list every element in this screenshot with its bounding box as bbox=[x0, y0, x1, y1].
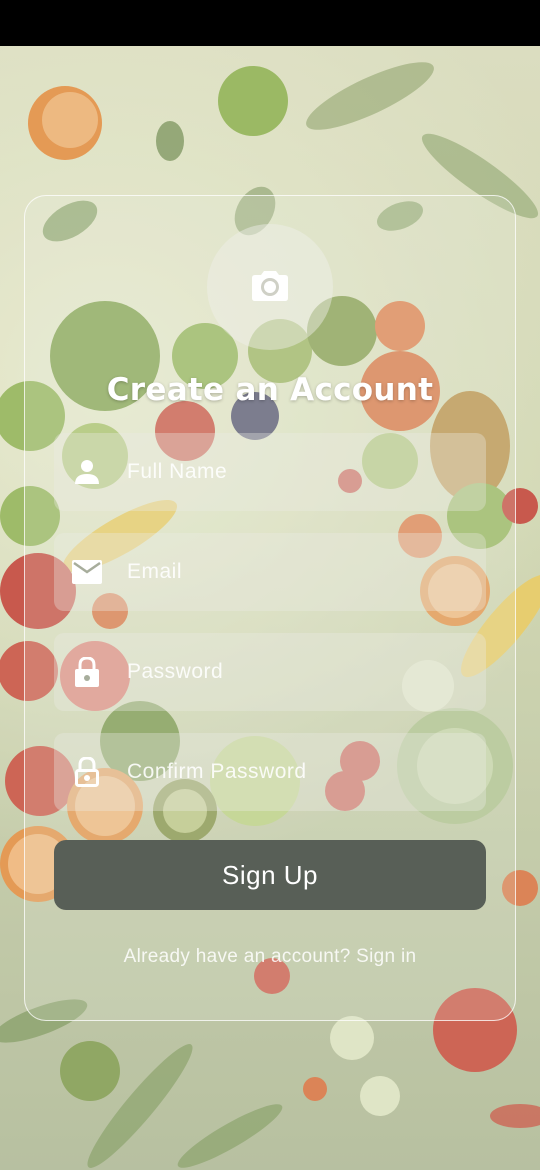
status-bar bbox=[0, 0, 540, 46]
confirm-password-label: Confirm Password bbox=[127, 760, 307, 783]
password-field[interactable]: Password bbox=[54, 633, 486, 711]
email-label: Email bbox=[127, 560, 183, 583]
confirm-password-field[interactable]: Confirm Password bbox=[54, 733, 486, 811]
password-label: Password bbox=[127, 660, 224, 683]
email-icon bbox=[72, 557, 102, 587]
person-icon bbox=[72, 457, 102, 487]
sign-up-button[interactable]: Sign Up bbox=[54, 840, 486, 910]
email-field[interactable]: Email bbox=[54, 533, 486, 611]
full-name-field[interactable]: Full Name bbox=[54, 433, 486, 511]
sign-in-link[interactable]: Already have an account? Sign in bbox=[0, 946, 540, 968]
full-name-label: Full Name bbox=[127, 460, 228, 483]
lock-open-icon bbox=[72, 757, 102, 787]
lock-icon bbox=[72, 657, 102, 687]
page-title: Create an Account bbox=[106, 372, 434, 408]
camera-icon bbox=[251, 268, 289, 306]
avatar-picker[interactable] bbox=[207, 224, 333, 350]
